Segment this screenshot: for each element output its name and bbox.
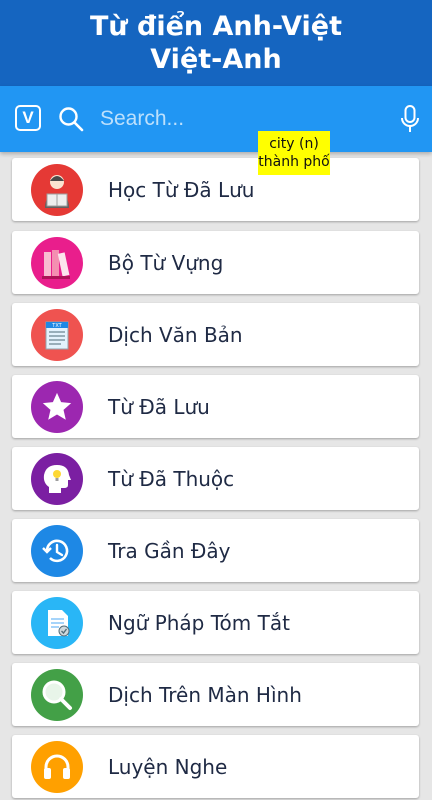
menu-item-label: Tra Gần Đây: [108, 538, 231, 563]
menu-item-listening-practice[interactable]: Luyện Nghe: [12, 735, 419, 798]
tooltip-meaning: thành phố: [258, 154, 330, 170]
menu-item-screen-translate[interactable]: Dịch Trên Màn Hình: [12, 663, 419, 726]
menu-item-vocabulary-sets[interactable]: Bộ Từ Vựng: [12, 231, 419, 294]
menu-item-learned-words[interactable]: Từ Đã Thuộc: [12, 447, 419, 510]
reading-person-icon: [31, 163, 83, 216]
app-logo-icon[interactable]: V: [15, 105, 41, 131]
search-bar: V: [0, 86, 432, 152]
search-icon[interactable]: [58, 106, 84, 132]
magnifier-icon: [31, 668, 83, 721]
app-header: Từ điển Anh-Việt Việt-Anh: [0, 0, 432, 86]
svg-text:TXT: TXT: [51, 323, 62, 329]
menu-item-grammar-summary[interactable]: Ngữ Pháp Tóm Tắt: [12, 591, 419, 654]
tooltip-word: city (n): [269, 136, 319, 152]
text-document-icon: TXT: [31, 308, 83, 361]
menu-item-label: Từ Đã Lưu: [108, 394, 210, 419]
history-clock-icon: [31, 524, 83, 577]
menu-item-label: Bộ Từ Vựng: [108, 250, 224, 275]
head-idea-icon: [31, 452, 83, 505]
menu-item-saved-learning[interactable]: Học Từ Đã Lưu: [12, 158, 419, 221]
microphone-icon[interactable]: [398, 104, 422, 134]
menu-item-label: Dịch Trên Màn Hình: [108, 682, 302, 707]
menu-item-translate-text[interactable]: TXT Dịch Văn Bản: [12, 303, 419, 366]
menu-item-label: Học Từ Đã Lưu: [108, 177, 255, 202]
menu-item-label: Dịch Văn Bản: [108, 322, 243, 347]
books-icon: [31, 236, 83, 289]
star-icon: [31, 380, 83, 433]
app-title-line2: Việt-Anh: [150, 44, 282, 75]
grammar-document-icon: [31, 596, 83, 649]
word-tooltip[interactable]: city (n) thành phố: [258, 131, 330, 175]
menu-item-saved-words[interactable]: Từ Đã Lưu: [12, 375, 419, 438]
menu-item-label: Từ Đã Thuộc: [108, 466, 235, 491]
search-input[interactable]: [98, 103, 382, 135]
app-title-line1: Từ điển Anh-Việt: [89, 11, 343, 42]
menu-item-label: Luyện Nghe: [108, 754, 228, 779]
menu-item-label: Ngữ Pháp Tóm Tắt: [108, 610, 290, 635]
menu-item-recent-lookups[interactable]: Tra Gần Đây: [12, 519, 419, 582]
headphones-icon: [31, 740, 83, 793]
